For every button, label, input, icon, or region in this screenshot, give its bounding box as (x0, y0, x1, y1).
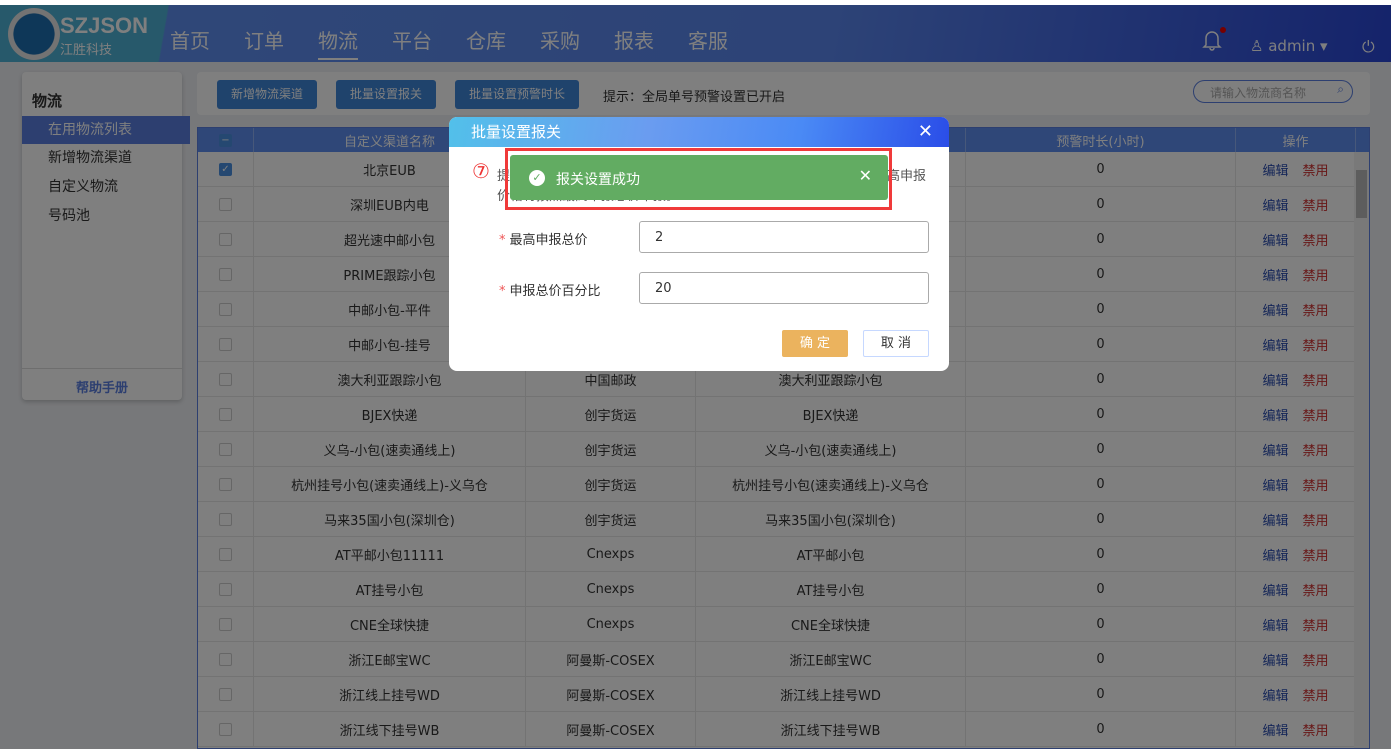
modal-overlay (0, 0, 1391, 749)
modal-title: 批量设置报关 (449, 117, 949, 147)
toast-message: 报关设置成功 (556, 172, 640, 188)
percent-label: * 申报总价百分比 (499, 284, 601, 299)
check-circle-icon: ✓ (529, 170, 545, 186)
success-toast: ✓ 报关设置成功 ✕ (510, 155, 888, 200)
max-price-input[interactable]: 2 (639, 221, 929, 253)
percent-input[interactable]: 20 (639, 272, 929, 304)
cancel-button[interactable]: 取 消 (863, 330, 929, 357)
confirm-button[interactable]: 确 定 (782, 330, 848, 357)
step-marker: ⑦ (472, 159, 490, 183)
max-price-label: * 最高申报总价 (499, 233, 588, 248)
close-icon[interactable]: ✕ (918, 121, 933, 142)
toast-close-icon[interactable]: ✕ (859, 166, 872, 185)
top-strip (0, 0, 1391, 5)
